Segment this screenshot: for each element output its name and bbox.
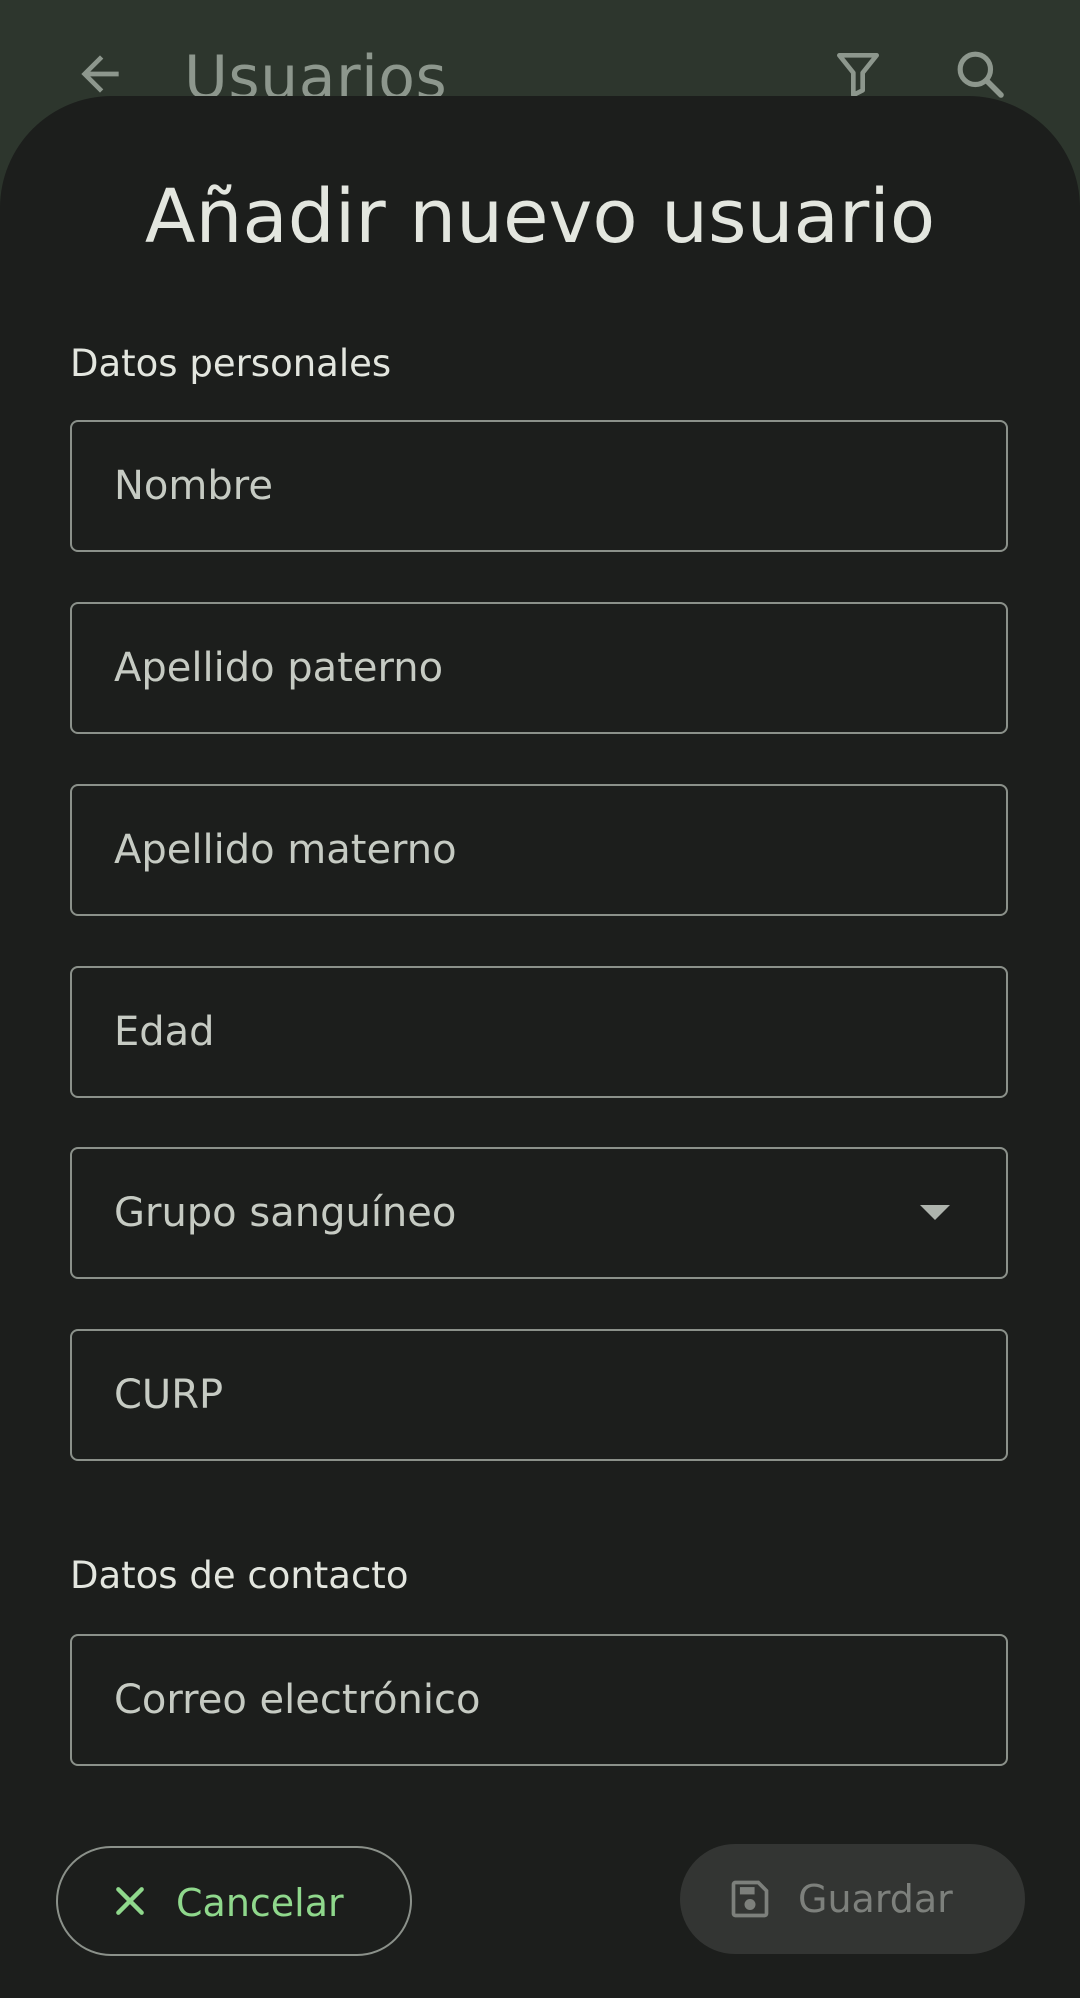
save-button[interactable]: Guardar <box>680 1844 1025 1954</box>
curp-input[interactable] <box>72 1331 1006 1459</box>
grupo-sanguineo-select[interactable] <box>70 1147 1008 1279</box>
sheet-title: Añadir nuevo usuario <box>144 174 936 260</box>
apellido-paterno-field[interactable] <box>70 602 1008 734</box>
nombre-input[interactable] <box>72 422 1006 550</box>
nombre-field[interactable] <box>70 420 1008 552</box>
close-icon <box>110 1881 150 1921</box>
apellido-materno-field[interactable] <box>70 784 1008 916</box>
apellido-paterno-input[interactable] <box>72 604 1006 732</box>
correo-field[interactable] <box>70 1634 1008 1766</box>
add-user-bottom-sheet: Añadir nuevo usuario Datos personales Da… <box>0 96 1080 1998</box>
apellido-materno-input[interactable] <box>72 786 1006 914</box>
search-icon[interactable] <box>952 46 1008 102</box>
section-label-personal: Datos personales <box>70 342 392 385</box>
curp-field[interactable] <box>70 1329 1008 1461</box>
edad-input[interactable] <box>72 968 1006 1096</box>
save-button-label: Guardar <box>798 1877 953 1921</box>
filter-icon[interactable] <box>830 46 886 102</box>
cancel-button-label: Cancelar <box>176 1881 344 1925</box>
correo-input[interactable] <box>72 1636 1006 1764</box>
grupo-sanguineo-input[interactable] <box>72 1149 1006 1277</box>
edad-field[interactable] <box>70 966 1008 1098</box>
arrow-back-icon[interactable] <box>72 46 128 102</box>
cancel-button[interactable]: Cancelar <box>56 1846 412 1956</box>
save-icon <box>728 1877 772 1921</box>
section-label-contacto: Datos de contacto <box>70 1554 409 1597</box>
dropdown-arrow-icon[interactable] <box>920 1205 950 1220</box>
